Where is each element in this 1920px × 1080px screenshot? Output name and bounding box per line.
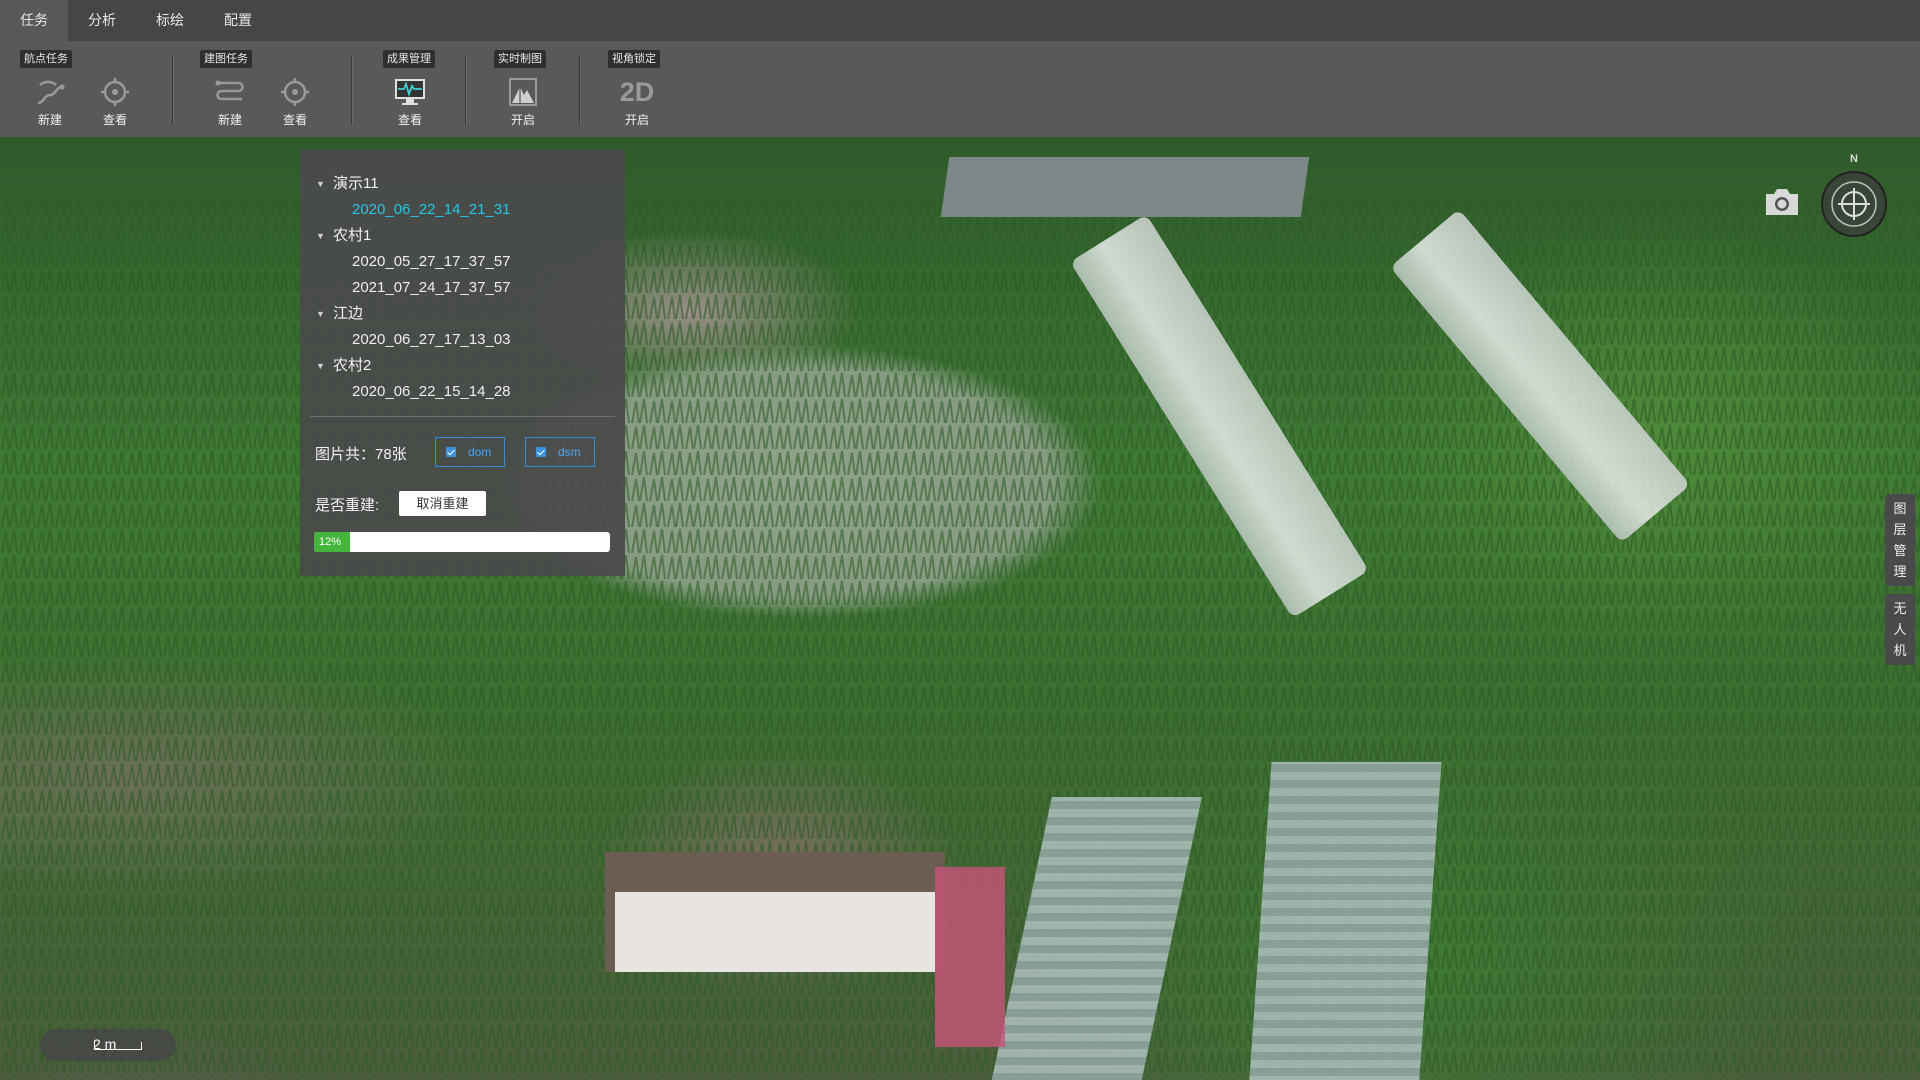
tree-leaf-dataset[interactable]: 2020_06_22_15_14_28 <box>316 379 616 405</box>
toolbar-divider <box>579 55 581 125</box>
caret-down-icon[interactable]: ▼ <box>316 223 325 249</box>
view-lock-2d-button[interactable]: 2D 开启 <box>612 77 662 133</box>
tool-label: 开启 <box>510 113 535 127</box>
checkbox-label: dom <box>468 445 492 459</box>
view-results-button[interactable]: 查看 <box>385 77 435 133</box>
toolbar-divider <box>351 55 353 125</box>
checkbox-checked-icon <box>446 447 456 457</box>
group-label: 视角锁定 <box>608 50 660 68</box>
monitor-chart-icon <box>395 79 425 105</box>
start-realtime-mapping-button[interactable]: 开启 <box>498 77 548 133</box>
menu-tab-task[interactable]: 任务 <box>0 0 68 41</box>
project-name: 演示11 <box>333 175 379 192</box>
main-menu-bar: 任务 分析 标绘 配置 <box>0 0 1920 41</box>
drone-tab[interactable]: 无人机 <box>1885 594 1915 665</box>
rebuild-label: 是否重建: <box>315 497 380 514</box>
tool-label: 新建 <box>37 113 62 127</box>
tree-node-project[interactable]: ▼ 农村2 <box>316 353 616 379</box>
mountain-image-icon <box>509 78 537 106</box>
toolbar-divider <box>172 55 174 125</box>
menu-tab-analysis[interactable]: 分析 <box>68 0 136 41</box>
scale-bar: 2 m <box>40 1029 176 1061</box>
compass-north-label: N <box>1850 153 1858 165</box>
tree-leaf-dataset[interactable]: 2020_05_27_17_37_57 <box>316 249 616 275</box>
project-name: 农村1 <box>333 227 372 244</box>
group-label: 成果管理 <box>383 50 435 68</box>
dsm-checkbox[interactable]: dsm <box>525 437 595 467</box>
view-mapping-task-button[interactable]: 查看 <box>270 77 320 133</box>
tree-node-project[interactable]: ▼ 农村1 <box>316 223 616 249</box>
checkbox-checked-icon <box>536 447 546 457</box>
task-tree-panel: ▼ 演示11 2020_06_22_14_21_31 ▼ 农村1 2020_05… <box>300 149 625 576</box>
2d-view-icon: 2D <box>619 77 655 107</box>
group-label: 航点任务 <box>20 50 72 68</box>
tool-label: 查看 <box>282 113 307 127</box>
screenshot-camera-button[interactable] <box>1762 186 1802 218</box>
mapping-new-icon <box>215 80 244 101</box>
dom-checkbox[interactable]: dom <box>435 437 505 467</box>
new-mapping-task-button[interactable]: 新建 <box>205 77 255 133</box>
tree-node-project[interactable]: ▼ 演示11 <box>316 171 616 197</box>
task-toolbar: 航点任务 新建 查看 建图任务 新建 查看 成果管理 查看 实时制图 开启 视角… <box>0 41 1920 137</box>
camera-icon <box>1766 189 1798 215</box>
layer-management-tab[interactable]: 图层管理 <box>1885 494 1915 586</box>
compass-widget[interactable]: N <box>1817 153 1891 238</box>
view-waypoint-task-button[interactable]: 查看 <box>90 77 140 133</box>
group-label: 建图任务 <box>200 50 252 68</box>
target-view-icon <box>281 78 309 106</box>
tree-node-project[interactable]: ▼ 江边 <box>316 301 616 327</box>
caret-down-icon[interactable]: ▼ <box>316 353 325 379</box>
project-name: 江边 <box>333 305 364 322</box>
map-3d-scene[interactable] <box>0 137 1920 1080</box>
side-tab-label: 无人机 <box>1893 601 1907 658</box>
compass-icon <box>1821 171 1887 237</box>
side-tab-label: 图层管理 <box>1893 501 1907 579</box>
scale-tick <box>94 1042 142 1050</box>
caret-down-icon[interactable]: ▼ <box>316 171 325 197</box>
panel-divider <box>310 416 615 417</box>
image-count-label: 图片共：78张 <box>315 446 407 463</box>
project-tree: ▼ 演示11 2020_06_22_14_21_31 ▼ 农村1 2020_05… <box>316 171 616 405</box>
tool-label: 查看 <box>102 113 127 127</box>
cancel-rebuild-button[interactable]: 取消重建 <box>399 491 486 516</box>
tree-leaf-dataset[interactable]: 2020_06_22_14_21_31 <box>316 197 616 223</box>
tree-leaf-dataset[interactable]: 2020_06_27_17_13_03 <box>316 327 616 353</box>
tree-leaf-dataset[interactable]: 2021_07_24_17_37_57 <box>316 275 616 301</box>
project-name: 农村2 <box>333 357 372 374</box>
new-waypoint-task-button[interactable]: 新建 <box>25 77 75 133</box>
progress-fill: 12% <box>314 532 350 552</box>
menu-tab-config[interactable]: 配置 <box>204 0 272 41</box>
target-view-icon <box>101 78 129 106</box>
route-new-icon <box>37 80 65 105</box>
rebuild-progress-bar: 12% <box>314 532 610 552</box>
tool-label: 开启 <box>624 113 649 127</box>
tool-label: 查看 <box>397 113 422 127</box>
group-label: 实时制图 <box>494 50 546 68</box>
tool-label: 新建 <box>217 113 242 127</box>
checkbox-label: dsm <box>558 445 581 459</box>
caret-down-icon[interactable]: ▼ <box>316 301 325 327</box>
menu-tab-plotting[interactable]: 标绘 <box>136 0 204 41</box>
toolbar-divider <box>465 55 467 125</box>
